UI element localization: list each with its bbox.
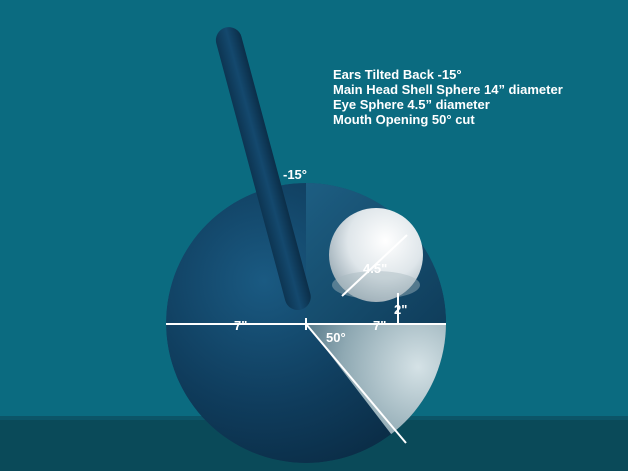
note-eye-sphere: Eye Sphere 4.5” diameter [333,97,490,112]
note-mouth: Mouth Opening 50° cut [333,112,475,127]
note-head-shell: Main Head Shell Sphere 14” diameter [333,82,563,97]
eye-diameter-label: 4.5" [363,261,387,276]
note-ears: Ears Tilted Back -15° [333,67,462,82]
eye-offset-label: 2" [394,302,407,317]
eye-sphere [329,208,423,302]
notes-block: Ears Tilted Back -15° Main Head Shell Sp… [333,67,563,127]
left-radius-label: 7" [234,318,247,333]
right-radius-label: 7" [373,318,386,333]
ear-angle-label: -15° [283,167,307,182]
mouth-angle-label: 50° [326,330,346,345]
head-diagram: -15° 4.5" 2" 7" 7" 50° Ears Tilted Back … [0,27,628,471]
